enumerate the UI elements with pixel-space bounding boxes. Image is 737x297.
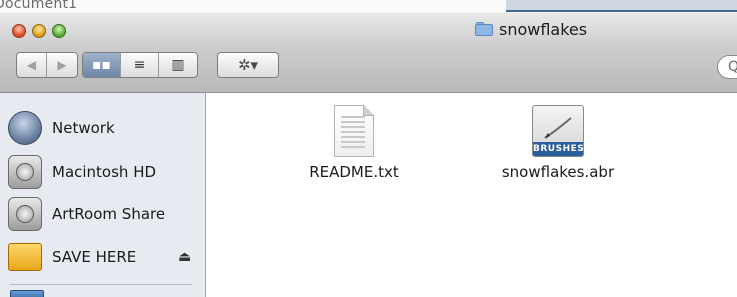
sidebar-divider xyxy=(10,284,192,285)
icon-view-button[interactable]: ▪▪ xyxy=(83,53,121,77)
file-browser-content: README.txt BRUSHES snowflakes.abr xyxy=(206,93,737,297)
zoom-button[interactable] xyxy=(52,24,66,38)
background-document-title: Document1 xyxy=(0,0,78,12)
window-title: snowflakes xyxy=(475,18,587,40)
list-view-icon: ≡ xyxy=(133,57,146,73)
sidebar-item-label: Macintosh HD xyxy=(52,163,157,181)
sidebar: Network Macintosh HD ArtRoom Share SAVE … xyxy=(0,93,206,297)
folder-icon xyxy=(475,22,493,36)
column-view-button[interactable]: ▥ xyxy=(159,53,197,77)
column-view-icon: ▥ xyxy=(171,57,185,73)
action-menu-button[interactable]: ✲▾ xyxy=(218,53,278,77)
sidebar-item-macintosh-hd[interactable]: Macintosh HD xyxy=(8,155,156,189)
hard-disk-icon xyxy=(8,155,42,189)
back-button[interactable]: ◀ xyxy=(17,53,47,77)
eject-icon[interactable]: ⏏ xyxy=(178,240,191,274)
file-name: snowflakes.abr xyxy=(501,163,615,181)
forward-button[interactable]: ▶ xyxy=(47,53,77,77)
finder-window: snowflakes ◀ ▶ ▪▪ ≡ ▥ ✲▾ Q Network Macin… xyxy=(0,12,737,297)
back-forward-control: ◀ ▶ xyxy=(16,52,78,78)
text-document-icon xyxy=(334,105,374,157)
removable-disk-icon xyxy=(8,243,42,271)
action-menu-control: ✲▾ xyxy=(217,52,279,78)
sidebar-item-label: SAVE HERE xyxy=(52,248,137,266)
sidebar-item-artroom-share[interactable]: ArtRoom Share xyxy=(8,197,165,231)
forward-arrow-icon: ▶ xyxy=(57,58,67,72)
shared-disk-icon xyxy=(8,197,42,231)
sidebar-item-label: ArtRoom Share xyxy=(52,205,166,223)
window-title-text: snowflakes xyxy=(499,19,588,39)
view-mode-control: ▪▪ ≡ ▥ xyxy=(82,52,198,78)
list-view-button[interactable]: ≡ xyxy=(121,53,159,77)
gear-icon: ✲▾ xyxy=(237,56,259,74)
icon-view-icon: ▪▪ xyxy=(92,57,111,73)
desktop-icon[interactable] xyxy=(10,290,44,297)
title-bar[interactable]: snowflakes xyxy=(0,12,737,43)
toolbar: ◀ ▶ ▪▪ ≡ ▥ ✲▾ xyxy=(0,42,737,93)
sidebar-item-label: Network xyxy=(52,119,115,137)
paintbrush-icon xyxy=(544,117,572,139)
sidebar-item-network[interactable]: Network xyxy=(8,111,115,145)
network-globe-icon xyxy=(8,111,42,145)
sidebar-item-save-here[interactable]: SAVE HERE ⏏ xyxy=(8,240,198,274)
file-item-snowflakes-abr[interactable]: BRUSHES snowflakes.abr xyxy=(478,105,638,181)
minimize-button[interactable] xyxy=(32,24,46,38)
file-name: README.txt xyxy=(309,163,399,181)
search-icon: Q xyxy=(728,59,737,75)
file-item-readme[interactable]: README.txt xyxy=(274,105,434,181)
close-button[interactable] xyxy=(12,24,26,38)
back-arrow-icon: ◀ xyxy=(26,58,37,72)
brushes-file-icon: BRUSHES xyxy=(532,105,584,157)
brushes-badge: BRUSHES xyxy=(533,142,584,156)
